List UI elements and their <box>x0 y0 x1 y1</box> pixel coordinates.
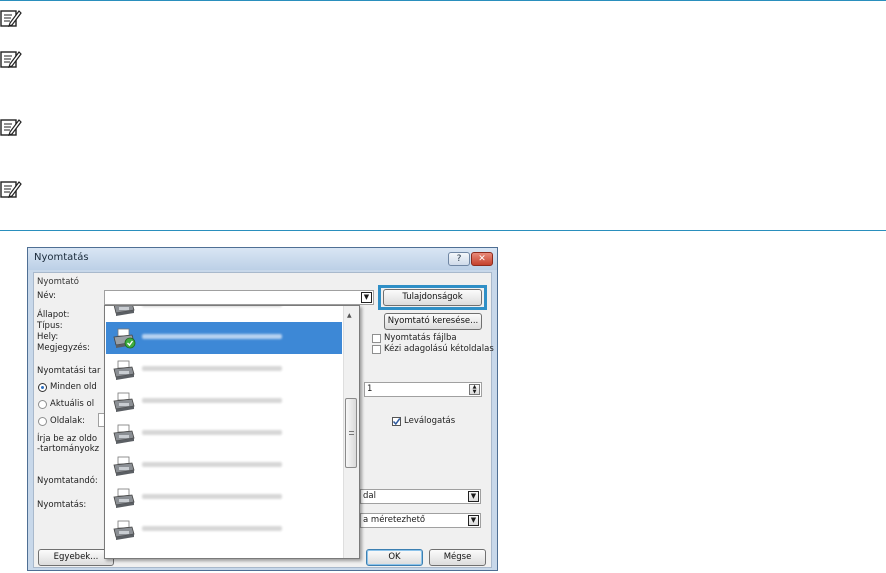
close-button[interactable]: ✕ <box>471 252 493 266</box>
all-pages-radio[interactable] <box>38 383 47 392</box>
help-button[interactable]: ? <box>448 252 470 266</box>
printer-icon <box>113 360 135 380</box>
pages-radio[interactable] <box>38 417 47 426</box>
note-icon <box>0 51 22 68</box>
range-group-label: Nyomtatási tar <box>37 366 101 376</box>
printer-name-label: Név: <box>37 291 57 301</box>
find-printer-button[interactable]: Nyomtató keresése... <box>384 313 482 330</box>
collate-label: Leválogatás <box>404 416 456 426</box>
current-page-radio[interactable] <box>38 400 47 409</box>
note-icon <box>0 119 22 136</box>
pages-per-sheet-value: dal <box>363 491 376 501</box>
print-label: Nyomtatás: <box>37 500 87 510</box>
printer-list-item-selected[interactable] <box>106 322 342 354</box>
note-icon <box>0 181 22 198</box>
current-page-label: Aktuális ol <box>50 399 95 409</box>
note-icon <box>0 10 22 27</box>
copies-value: 1 <box>367 384 373 394</box>
print-to-file-label: Nyomtatás fájlba <box>384 333 457 343</box>
copies-input[interactable]: 1 ▲ ▼ <box>364 382 482 397</box>
spinner-icon[interactable]: ▲ ▼ <box>469 384 480 395</box>
printer-type-label: Típus: <box>37 321 63 331</box>
printer-list-item[interactable] <box>106 418 342 450</box>
collate-checkbox[interactable] <box>392 417 401 426</box>
print-to-file-checkbox[interactable] <box>372 334 381 343</box>
printer-name-redacted <box>142 334 282 339</box>
scroll-thumb[interactable] <box>345 398 357 468</box>
printer-status-label: Állapot: <box>37 310 70 320</box>
printer-location-label: Hely: <box>37 332 59 342</box>
printer-comment-label: Megjegyzés: <box>37 343 90 353</box>
printer-icon <box>113 488 135 508</box>
manual-duplex-checkbox[interactable] <box>372 345 381 354</box>
printer-icon <box>113 306 135 316</box>
dialog-title: Nyomtatás <box>34 252 89 263</box>
printer-group-label: Nyomtató <box>37 277 79 287</box>
top-rule <box>0 0 886 1</box>
printer-list-item[interactable] <box>106 482 342 514</box>
print-dialog: Nyomtatás ? ✕ Nyomtató Név: Állapot: Típ… <box>27 247 498 571</box>
print-what-label: Nyomtatandó: <box>37 476 98 486</box>
printer-icon <box>113 520 135 540</box>
printer-icon <box>113 392 135 412</box>
printer-icon <box>113 456 135 476</box>
list-scrollbar[interactable]: ▲ <box>343 306 359 558</box>
printer-name-redacted <box>142 526 282 531</box>
printer-name-redacted <box>142 494 282 499</box>
dialog-client-area: Nyomtató Név: Állapot: Típus: Hely: Megj… <box>33 272 494 568</box>
manual-duplex-label: Kézi adagolású kétoldalas <box>384 344 494 354</box>
options-button[interactable]: Egyebek... <box>38 549 114 566</box>
printer-name-redacted <box>142 306 282 307</box>
bottom-rule <box>0 230 886 231</box>
range-hint-line-2: -tartományokz <box>37 444 100 454</box>
pages-per-sheet-combo[interactable]: dal ▼ <box>360 489 481 504</box>
cancel-button[interactable]: Mégse <box>429 549 486 566</box>
chevron-down-icon[interactable]: ▼ <box>468 515 479 526</box>
chevron-down-icon[interactable]: ▼ <box>361 292 372 303</box>
printer-name-combo[interactable]: ▼ <box>104 290 374 305</box>
printer-name-redacted <box>142 430 282 435</box>
all-pages-label: Minden old <box>50 382 97 392</box>
printer-list-item[interactable] <box>106 354 342 386</box>
printer-icon <box>113 424 135 444</box>
ok-button[interactable]: OK <box>366 549 423 566</box>
dialog-titlebar: Nyomtatás ? ✕ <box>28 248 497 270</box>
range-hint-line-1: Írja be az oldo <box>37 434 98 444</box>
printer-name-redacted <box>142 398 282 403</box>
pages-label: Oldalak: <box>50 416 86 426</box>
printer-list-item[interactable] <box>106 514 342 546</box>
printer-list-item[interactable] <box>106 450 342 482</box>
printer-dropdown-list[interactable]: ▲ <box>104 305 360 559</box>
scroll-up-icon[interactable]: ▲ <box>347 312 352 319</box>
checkmark-icon <box>392 418 401 426</box>
properties-button[interactable]: Tulajdonságok <box>383 289 482 306</box>
printer-name-redacted <box>142 462 282 467</box>
printer-list-item[interactable] <box>106 386 342 418</box>
chevron-down-icon[interactable]: ▼ <box>468 491 479 502</box>
printer-list-item[interactable] <box>106 306 342 322</box>
scale-combo[interactable]: a méretezhető ▼ <box>360 513 481 528</box>
printer-name-redacted <box>142 366 282 371</box>
printer-default-icon <box>113 328 136 349</box>
scale-value: a méretezhető <box>363 515 426 525</box>
